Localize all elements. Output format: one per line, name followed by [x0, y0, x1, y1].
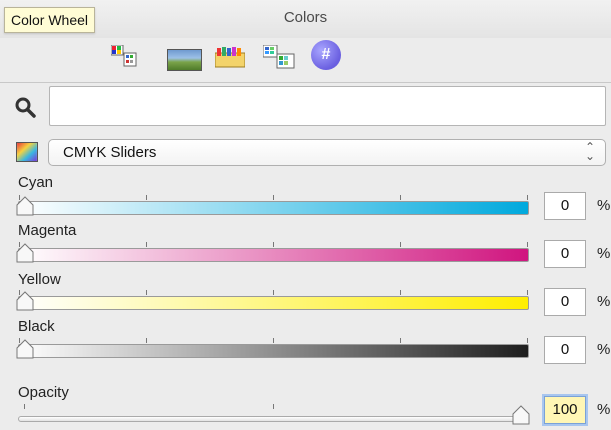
yellow-value-field[interactable]: 0: [544, 288, 586, 316]
image-palettes-tab-icon[interactable]: [167, 49, 202, 71]
magenta-label: Magenta: [18, 222, 77, 239]
picker-mode-toolbar: [0, 36, 611, 78]
black-tick: [146, 338, 147, 343]
black-slider-knob[interactable]: [16, 339, 34, 359]
cyan-tick: [527, 195, 528, 200]
color-search-input[interactable]: [49, 86, 606, 126]
hex-picker-tab-icon[interactable]: #: [311, 40, 341, 70]
opacity-slider-track[interactable]: [18, 416, 529, 422]
magenta-tick: [273, 242, 274, 247]
black-percent-sign: %: [597, 341, 611, 358]
opacity-tick: [273, 404, 274, 409]
cyan-value-field[interactable]: 0: [544, 192, 586, 220]
magenta-tick: [146, 242, 147, 247]
yellow-tick: [273, 290, 274, 295]
cyan-tick: [273, 195, 274, 200]
yellow-slider-knob[interactable]: [16, 291, 34, 311]
current-color-swatch-icon[interactable]: [16, 142, 38, 162]
black-tick: [273, 338, 274, 343]
magenta-value-field[interactable]: 0: [544, 240, 586, 268]
cyan-percent-sign: %: [597, 197, 611, 214]
color-mode-select[interactable]: CMYK Sliders ⌃ ⌄: [48, 139, 606, 166]
opacity-slider-knob[interactable]: [512, 405, 530, 425]
color-sliders-tab-icon[interactable]: [111, 45, 137, 67]
magenta-tick: [400, 242, 401, 247]
black-value-field[interactable]: 0: [544, 336, 586, 364]
cyan-tick: [400, 195, 401, 200]
crayons-tab-icon[interactable]: [215, 45, 245, 69]
black-tick: [400, 338, 401, 343]
yellow-label: Yellow: [18, 271, 61, 288]
magnifier-icon[interactable]: [14, 96, 38, 120]
color-wheel-tooltip: Color Wheel: [4, 7, 96, 33]
opacity-percent-sign: %: [597, 401, 611, 418]
toolbar-divider: [0, 82, 611, 83]
opacity-tick: [24, 404, 25, 409]
yellow-tick: [527, 290, 528, 295]
magenta-slider-track[interactable]: [18, 248, 529, 262]
yellow-tick: [146, 290, 147, 295]
yellow-tick: [400, 290, 401, 295]
colors-window: Colors Color Wheel # CMYK Sliders ⌃ ⌄ Cy…: [0, 0, 611, 430]
magenta-slider-knob[interactable]: [16, 243, 34, 263]
opacity-value-field[interactable]: 100: [544, 396, 586, 424]
magenta-percent-sign: %: [597, 245, 611, 262]
black-slider-track[interactable]: [18, 344, 529, 358]
cyan-label: Cyan: [18, 174, 54, 191]
black-tick: [527, 338, 528, 343]
opacity-label: Opacity: [18, 384, 69, 401]
magenta-tick: [527, 242, 528, 247]
cyan-slider-track[interactable]: [18, 201, 529, 215]
cyan-slider-knob[interactable]: [16, 196, 34, 216]
cyan-tick: [146, 195, 147, 200]
black-label: Black: [18, 318, 55, 335]
color-palettes-tab-icon[interactable]: [263, 45, 295, 69]
yellow-slider-track[interactable]: [18, 296, 529, 310]
yellow-percent-sign: %: [597, 293, 611, 310]
color-mode-label: CMYK Sliders: [63, 144, 157, 161]
select-arrows-icon: ⌃ ⌄: [584, 140, 595, 163]
